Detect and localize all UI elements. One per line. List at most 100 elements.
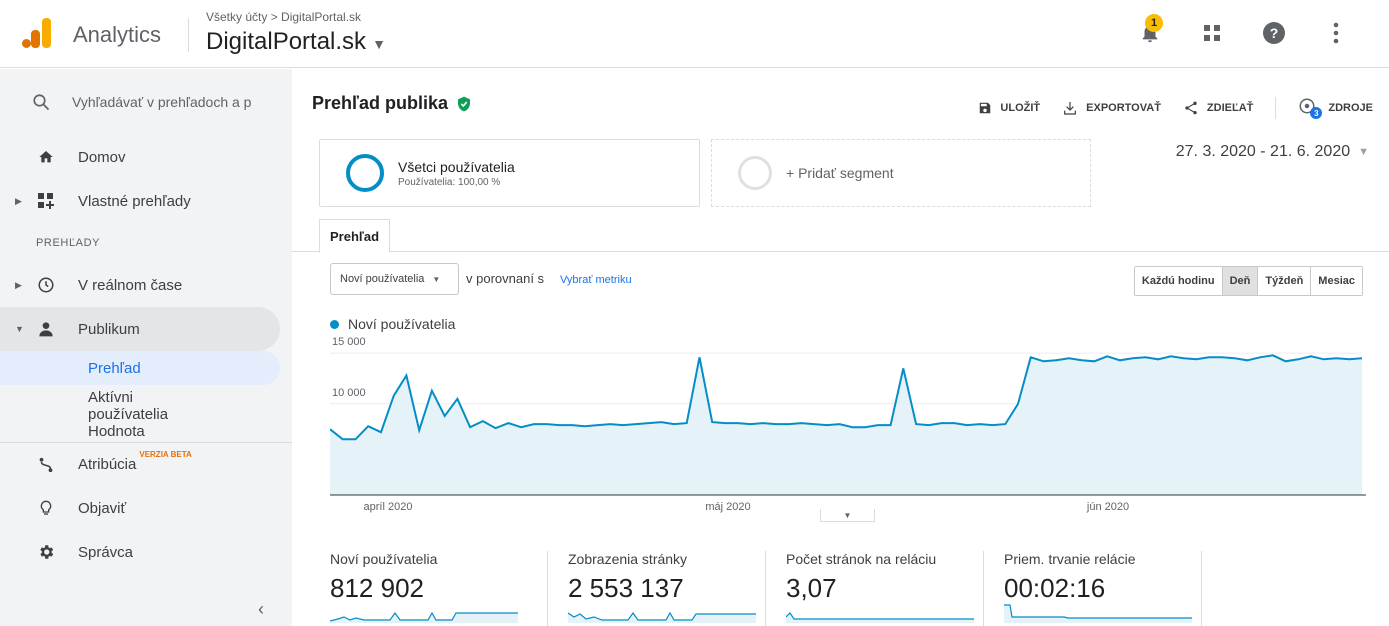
report-actions: ULOŽIŤ EXPORTOVAŤ ZDIEĽAŤ 3 ZDROJE	[978, 97, 1373, 119]
select-metric-link[interactable]: Vybrať metriku	[560, 274, 632, 286]
metric-dropdown-value: Noví používatelia	[340, 273, 425, 285]
kpi-pages-per-session[interactable]: Počet stránok na reláciu 3,07	[766, 551, 984, 626]
notifications-button[interactable]: 1	[1137, 14, 1163, 46]
analytics-logo[interactable]	[22, 16, 52, 50]
sidebar-item-label: Objaviť	[78, 499, 127, 517]
share-label: ZDIEĽAŤ	[1206, 102, 1254, 114]
search-placeholder: Vyhľadávať v prehľadoch a p	[72, 94, 252, 110]
attribution-icon	[36, 455, 56, 475]
save-button[interactable]: ULOŽIŤ	[978, 101, 1040, 115]
sources-icon-wrap: 3	[1298, 97, 1323, 119]
sidebar-item-admin[interactable]: Správca	[0, 530, 292, 574]
save-label: ULOŽIŤ	[1000, 102, 1041, 114]
more-vert-icon	[1333, 22, 1339, 44]
sidebar-item-audience[interactable]: ▼ Publikum	[0, 307, 280, 351]
line-chart[interactable]: 15 00010 0005 000apríl 2020máj 2020jún 2…	[330, 333, 1370, 523]
x-tick-label: apríl 2020	[364, 501, 413, 513]
sidebar-subitem-lifetime-value[interactable]: Hodnota životnosti	[0, 423, 200, 440]
expand-arrow-icon: ▶	[15, 195, 22, 206]
sources-badge: 3	[1310, 107, 1323, 119]
segment-subtitle: Používatelia: 100,00 %	[398, 176, 501, 188]
lightbulb-icon	[36, 498, 56, 518]
help-button[interactable]: ?	[1261, 20, 1287, 46]
app-name: Analytics	[73, 22, 162, 47]
more-options-button[interactable]	[1323, 20, 1349, 46]
segment-all-users[interactable]: Všetci používatelia Používatelia: 100,00…	[319, 139, 700, 207]
chart-collapse-toggle[interactable]: ▼	[820, 509, 875, 522]
sidebar: Vyhľadávať v prehľadoch a p Domov ▶ Vlas…	[0, 69, 292, 626]
share-icon	[1185, 101, 1197, 115]
sidebar-item-home[interactable]: Domov	[0, 135, 292, 179]
sidebar-item-custom-reports[interactable]: ▶ Vlastné prehľady	[0, 179, 292, 223]
kpi-avg-session-duration[interactable]: Priem. trvanie relácie 00:02:16	[984, 551, 1202, 626]
caret-down-icon: ▼	[372, 36, 386, 52]
sidebar-item-label: Domov	[78, 148, 126, 166]
kpi-new-users[interactable]: Noví používatelia 812 902	[330, 551, 548, 626]
sparkline	[1004, 604, 1192, 623]
kpi-pageviews[interactable]: Zobrazenia stránky 2 553 137	[548, 551, 766, 626]
granularity-day-button[interactable]: Deň	[1222, 267, 1259, 295]
kpi-label: Noví používatelia	[330, 551, 438, 567]
help-icon: ?	[1263, 22, 1285, 44]
granularity-week-button[interactable]: Týždeň	[1258, 267, 1312, 295]
report-tabs: Prehľad	[292, 219, 1389, 253]
granularity-hour-button[interactable]: Každú hodinu	[1134, 267, 1223, 295]
apps-button[interactable]	[1199, 20, 1225, 46]
gear-icon	[36, 542, 56, 562]
share-button[interactable]: ZDIEĽAŤ	[1183, 100, 1253, 116]
actions-divider	[1275, 97, 1277, 119]
caret-down-icon: ▼	[1358, 146, 1369, 158]
sparkline	[786, 612, 974, 623]
home-icon	[36, 147, 56, 167]
main-content: Prehľad publika ULOŽIŤ EXPORTOVAŤ ZDIEĽA…	[292, 69, 1389, 626]
beta-badge: VERZIA BETA	[139, 450, 192, 459]
sparkline	[568, 611, 756, 623]
floppy-icon	[980, 102, 991, 114]
sidebar-subitem-overview[interactable]: Prehľad	[0, 351, 280, 385]
clock-icon	[36, 275, 56, 295]
apps-grid-icon	[1204, 25, 1220, 41]
property-selector[interactable]: DigitalPortal.sk ▼	[206, 28, 386, 56]
granularity-month-button[interactable]: Mesiac	[1311, 267, 1362, 295]
sidebar-item-attribution[interactable]: AtribúciaVERZIA BETA	[0, 442, 292, 486]
report-search[interactable]: Vyhľadávať v prehľadoch a p	[0, 69, 292, 135]
y-tick-label: 15 000	[332, 336, 366, 348]
add-segment-button[interactable]: + Pridať segment	[711, 139, 1091, 207]
kpi-label: Zobrazenia stránky	[568, 551, 688, 567]
sources-button[interactable]: 3 ZDROJE	[1298, 97, 1373, 119]
metric-dropdown[interactable]: Noví používatelia ▼	[330, 263, 459, 295]
collapse-arrow-icon: ▼	[15, 324, 24, 334]
sidebar-item-label: Atribúcia	[78, 456, 137, 473]
date-range-text: 27. 3. 2020 - 21. 6. 2020	[1175, 143, 1351, 160]
sidebar-subitem-active-users[interactable]: Aktívni používatelia	[0, 389, 200, 423]
collapse-sidebar-chevron-icon[interactable]: ‹	[258, 599, 264, 620]
page-title: Prehľad publika	[312, 93, 448, 113]
person-icon	[36, 319, 56, 339]
expand-arrow-icon: ▶	[15, 279, 22, 290]
export-label: EXPORTOVAŤ	[1086, 102, 1161, 114]
tab-overview[interactable]: Prehľad	[319, 219, 391, 253]
top-bar: Analytics Všetky účty > DigitalPortal.sk…	[0, 0, 1389, 68]
legend-dot	[330, 319, 339, 329]
caret-down-icon: ▼	[432, 274, 441, 284]
legend-label: Noví používatelia	[348, 316, 456, 332]
sidebar-item-label: Publikum	[78, 320, 140, 338]
dashboard-plus-icon	[36, 191, 56, 211]
empty-segment-ring	[738, 156, 772, 190]
notification-badge: 1	[1145, 14, 1163, 32]
search-icon	[33, 94, 50, 111]
download-icon	[1064, 102, 1077, 115]
sidebar-item-realtime[interactable]: ▶ V reálnom čase	[0, 263, 292, 307]
segment-title: Všetci používatelia	[398, 158, 515, 175]
sidebar-item-discover[interactable]: Objaviť	[0, 486, 292, 530]
chart-legend: Noví používatelia	[330, 316, 455, 332]
account-breadcrumb[interactable]: Všetky účty > DigitalPortal.sk	[206, 10, 361, 24]
date-range-picker[interactable]: 27. 3. 2020 - 21. 6. 2020 ▼	[1176, 143, 1369, 161]
section-label-reports: PREHĽADY	[36, 237, 101, 249]
sparkline	[330, 611, 518, 623]
sources-label: ZDROJE	[1328, 102, 1373, 114]
y-tick-label: 10 000	[332, 387, 366, 399]
sidebar-item-label: Vlastné prehľady	[78, 192, 191, 210]
kpi-label: Počet stránok na reláciu	[786, 551, 937, 567]
export-button[interactable]: EXPORTOVAŤ	[1062, 100, 1161, 116]
